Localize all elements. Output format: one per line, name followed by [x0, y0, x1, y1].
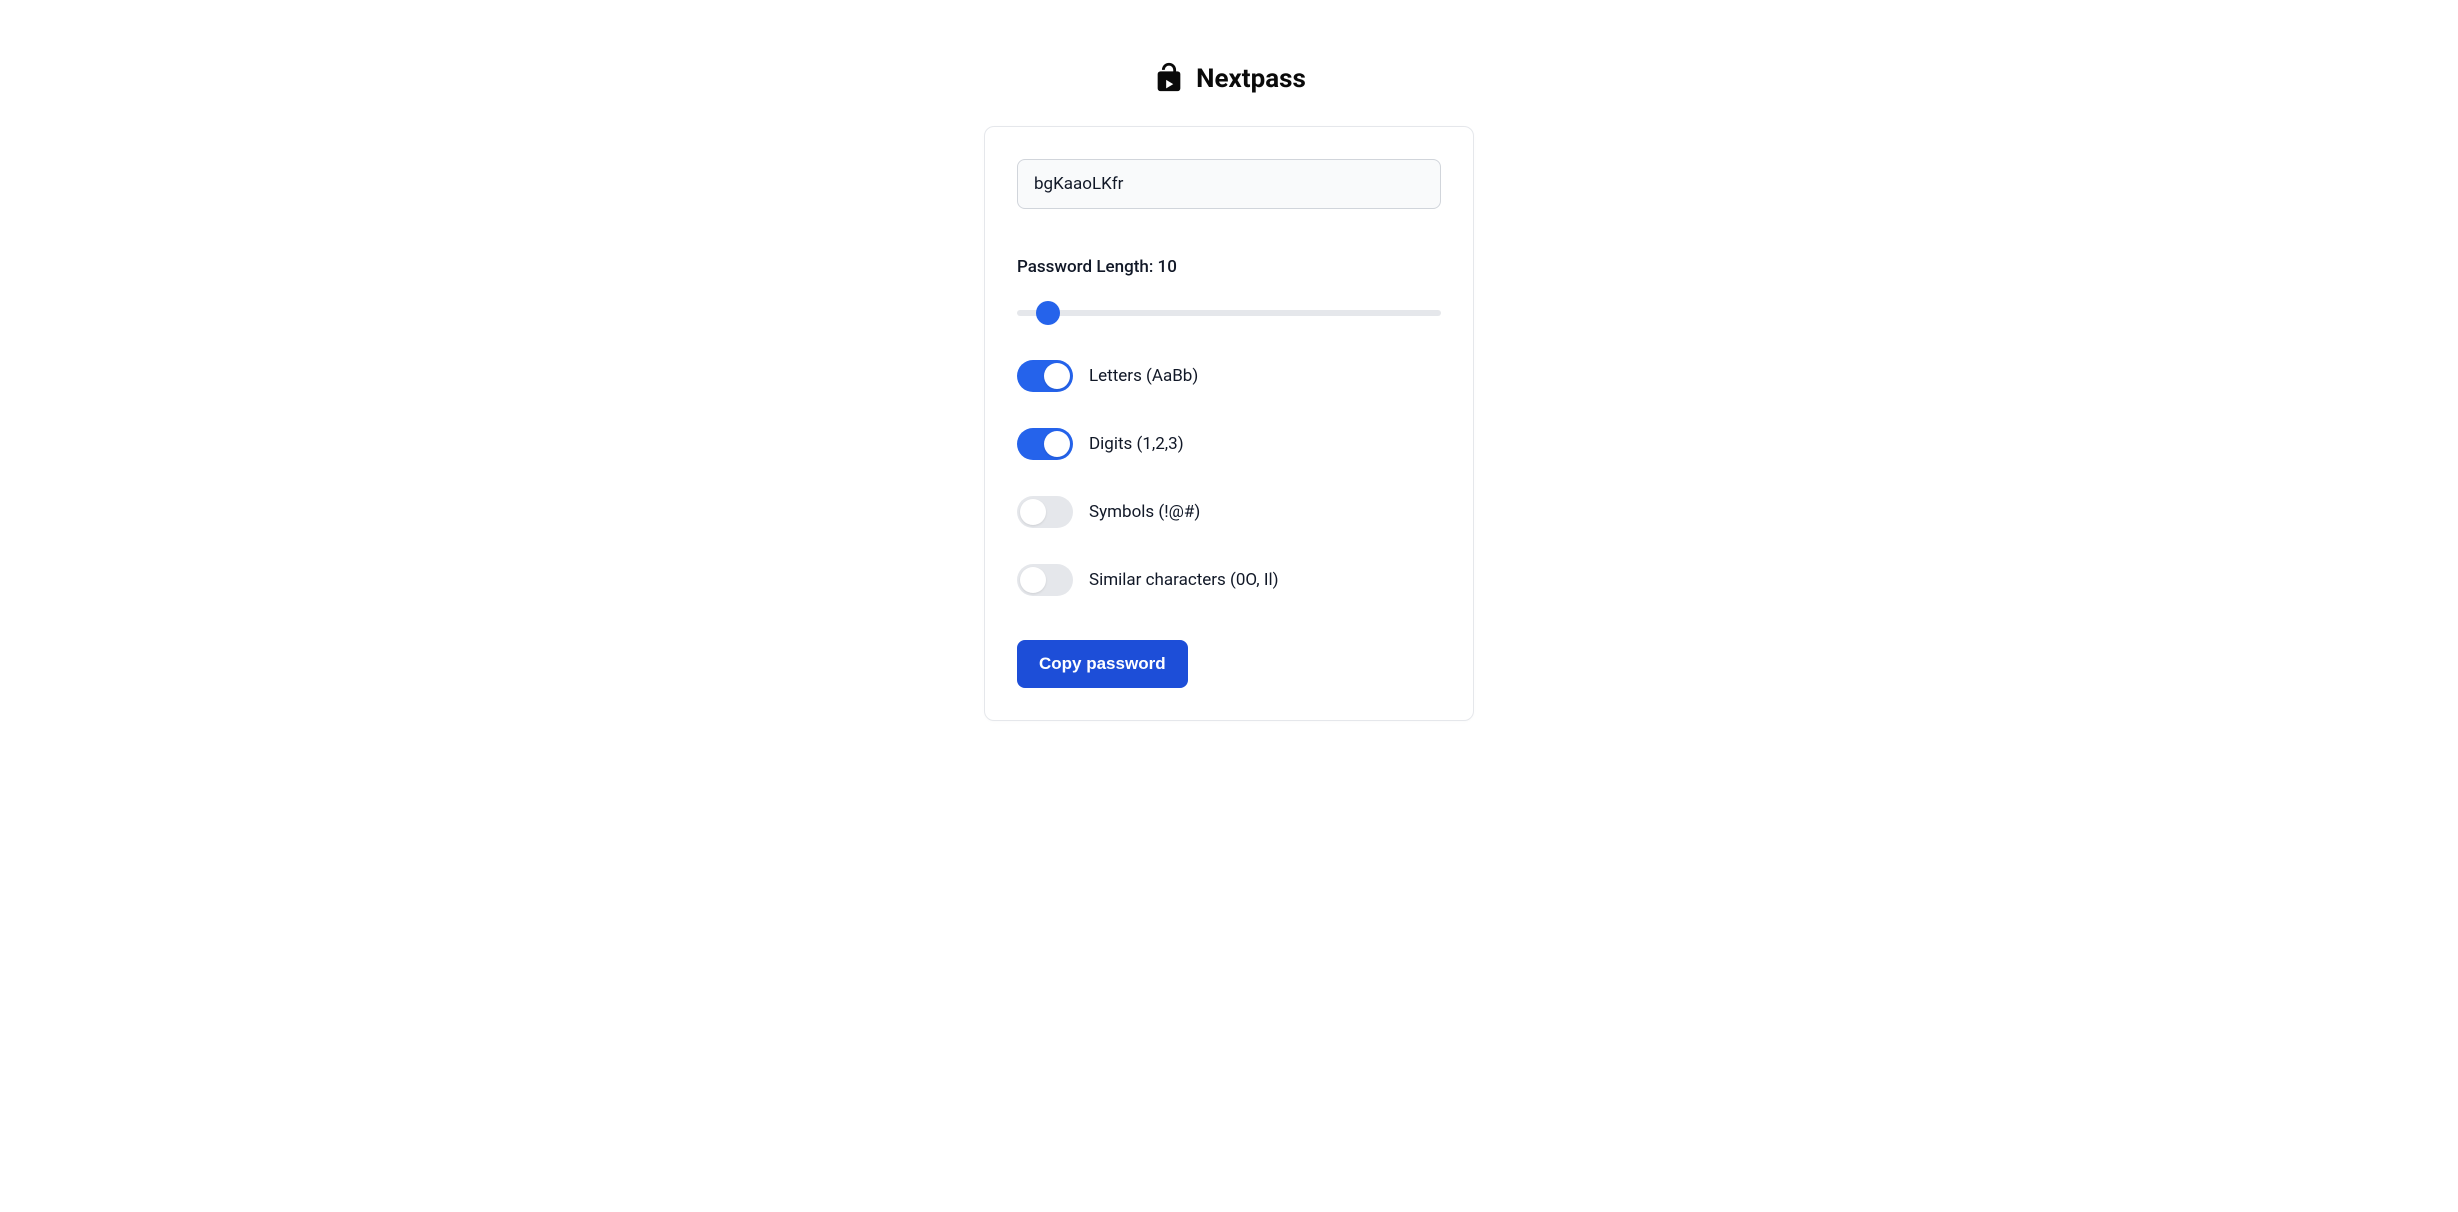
generator-card: bgKaaoLKfr Password Length: 10 Letters (…	[984, 126, 1474, 721]
toggle-knob	[1044, 363, 1070, 389]
toggle-label-letters: Letters (AaBb)	[1089, 366, 1198, 386]
toggle-label-digits: Digits (1,2,3)	[1089, 434, 1184, 454]
toggle-label-similar: Similar characters (0O, Il)	[1089, 570, 1279, 590]
toggle-row-digits: Digits (1,2,3)	[1017, 428, 1441, 460]
copy-password-button[interactable]: Copy password	[1017, 640, 1188, 688]
toggle-letters[interactable]	[1017, 360, 1073, 392]
password-output[interactable]: bgKaaoLKfr	[1017, 159, 1441, 209]
length-slider[interactable]	[1017, 310, 1441, 316]
toggle-row-symbols: Symbols (!@#)	[1017, 496, 1441, 528]
app-header: Nextpass	[1152, 60, 1306, 98]
length-slider-wrap	[1017, 301, 1441, 320]
toggle-row-similar: Similar characters (0O, Il)	[1017, 564, 1441, 596]
lock-icon	[1152, 60, 1186, 98]
toggle-symbols[interactable]	[1017, 496, 1073, 528]
password-length-label: Password Length: 10	[1017, 257, 1441, 277]
toggle-digits[interactable]	[1017, 428, 1073, 460]
toggle-knob	[1044, 431, 1070, 457]
toggle-knob	[1020, 567, 1046, 593]
toggle-label-symbols: Symbols (!@#)	[1089, 502, 1200, 522]
app-title: Nextpass	[1196, 64, 1306, 94]
toggle-similar[interactable]	[1017, 564, 1073, 596]
toggle-row-letters: Letters (AaBb)	[1017, 360, 1441, 392]
toggle-knob	[1020, 499, 1046, 525]
